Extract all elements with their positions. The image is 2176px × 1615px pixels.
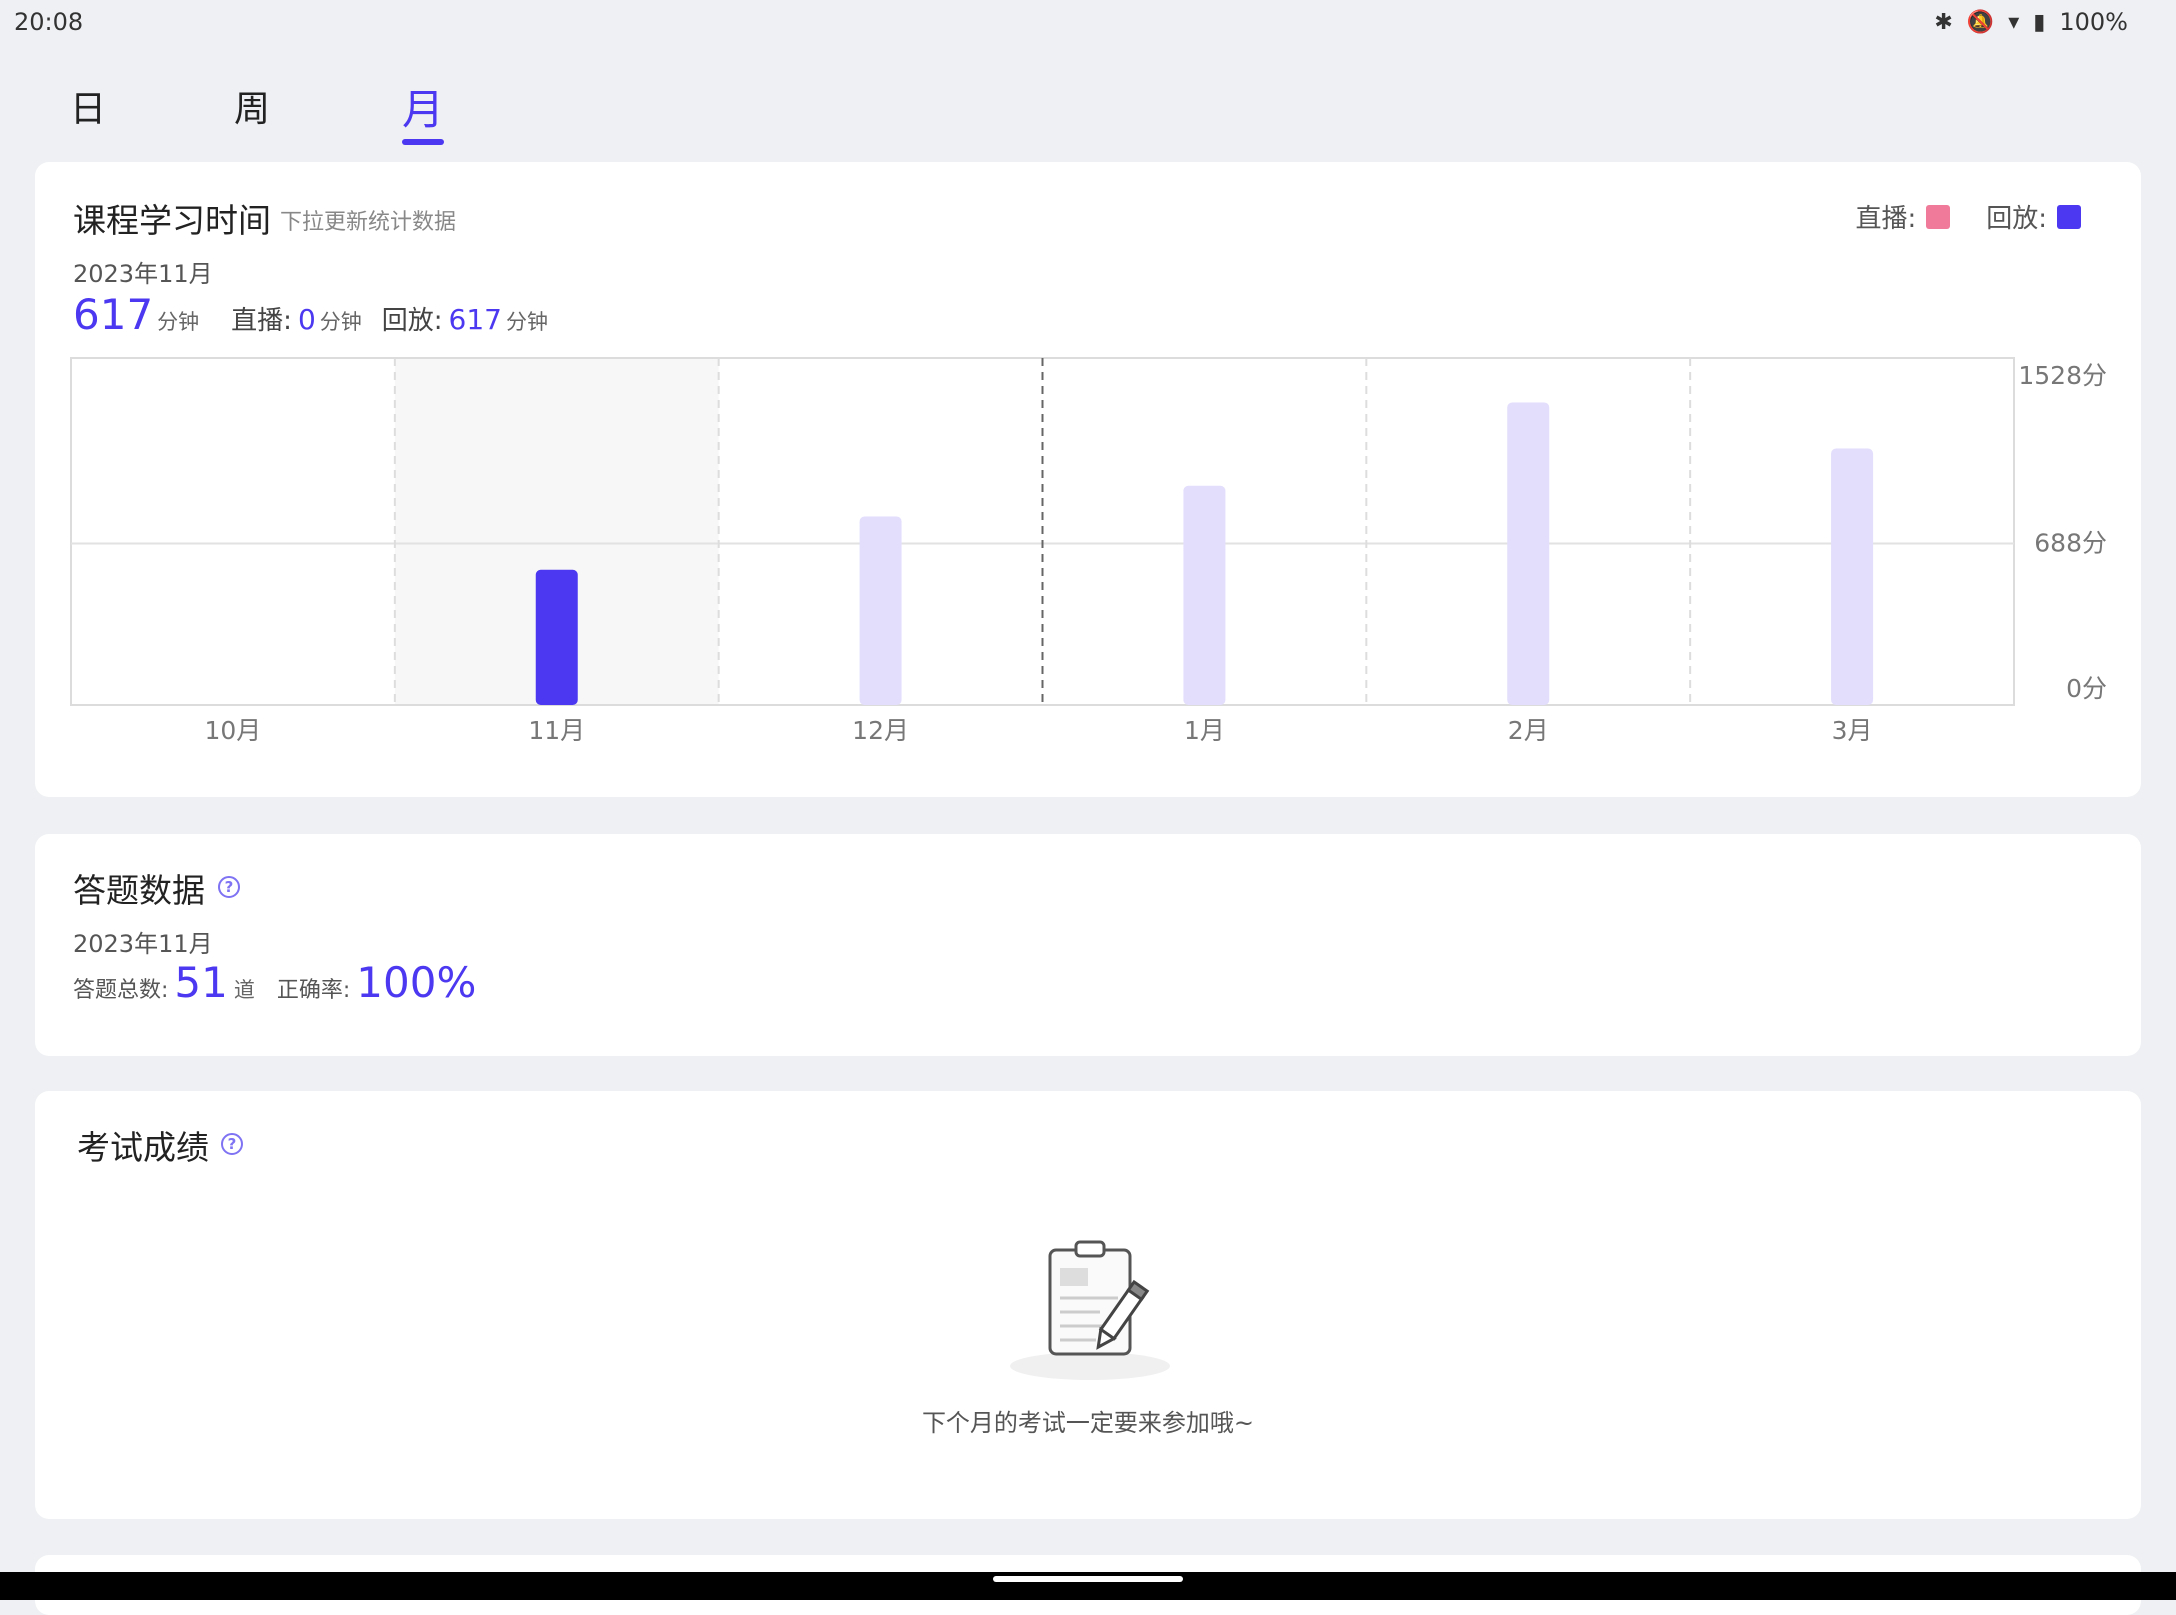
study-time-chart[interactable]: 10月 11月 12月 1月 2月 3月 0分 688分 1528分 (35, 162, 2141, 797)
wifi-icon: ▾ (2008, 9, 2020, 35)
answer-data-card: 答题数据 ? 2023年11月 答题总数: 51 道 正确率: 100% (35, 834, 2141, 1056)
y-tick-label: 688分 (2034, 529, 2107, 558)
answer-total-unit: 道 (233, 978, 255, 1002)
period-tabs: 日 周 月 (0, 70, 600, 150)
y-tick-label: 0分 (2066, 674, 2107, 703)
accuracy-value: 100% (356, 958, 477, 1007)
empty-exam-message: 下个月的考试一定要来参加哦~ (921, 1409, 1255, 1437)
bar-1月 (1183, 485, 1226, 705)
x-tick-label: 2月 (1508, 716, 1549, 745)
tab-day[interactable]: 日 (70, 80, 106, 132)
status-icons: ✱ 🔕 ▾ ▮ 100% (1934, 8, 2128, 36)
answer-total-value: 51 (174, 958, 228, 1007)
x-tick-label: 10月 (205, 716, 262, 745)
bar-11月 (535, 569, 578, 705)
home-gesture-handle[interactable] (993, 1576, 1183, 1582)
tab-month[interactable]: 月 (402, 76, 444, 137)
battery-level: 100% (2059, 8, 2128, 36)
accuracy-label: 正确率: (276, 978, 351, 1003)
x-tick-label: 12月 (852, 716, 909, 745)
x-tick-label: 11月 (528, 716, 585, 745)
bar-3月 (1831, 448, 1874, 705)
bar-12月 (859, 516, 902, 705)
answer-card-title: 答题数据 (73, 871, 205, 910)
answer-month: 2023年11月 (73, 930, 213, 958)
status-bar: 20:08 ✱ 🔕 ▾ ▮ 100% (0, 0, 2176, 44)
y-tick-label: 1528分 (2018, 361, 2107, 390)
bar-2月 (1507, 402, 1550, 705)
exam-score-card: 考试成绩 ? 下个月的考试一定要来参加哦~ (35, 1091, 2141, 1519)
status-time: 20:08 (14, 8, 84, 36)
exam-card-title: 考试成绩 (77, 1128, 209, 1167)
x-tick-label: 1月 (1184, 716, 1225, 745)
x-tick-label: 3月 (1832, 716, 1873, 745)
active-tab-indicator (402, 139, 444, 145)
answer-stats: 答题总数: 51 道 正确率: 100% (73, 958, 476, 1007)
help-icon[interactable]: ? (221, 1133, 243, 1155)
bluetooth-icon: ✱ (1934, 9, 1953, 35)
help-icon[interactable]: ? (218, 876, 240, 898)
empty-exam-illustration-icon (1010, 1240, 1170, 1380)
battery-icon: ▮ (2033, 9, 2046, 35)
study-time-card: 课程学习时间 下拉更新统计数据 直播: 回放: 2023年11月 617 分钟 … (35, 162, 2141, 797)
notifications-off-icon: 🔕 (1966, 9, 1995, 35)
answer-total-label: 答题总数: (73, 978, 169, 1003)
tab-week[interactable]: 周 (234, 80, 270, 132)
